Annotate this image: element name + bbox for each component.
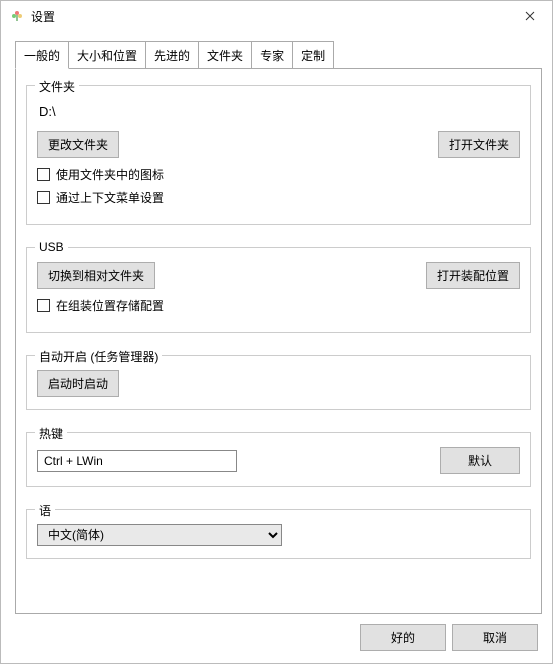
group-hotkey: 热键 默认 xyxy=(26,432,531,487)
tab-custom[interactable]: 定制 xyxy=(292,41,334,69)
group-hotkey-label: 热键 xyxy=(35,425,67,442)
store-config-assembly-checkbox[interactable] xyxy=(37,299,50,312)
open-folder-button[interactable]: 打开文件夹 xyxy=(438,131,520,158)
autostart-toggle-button[interactable]: 启动时启动 xyxy=(37,370,119,397)
close-button[interactable] xyxy=(507,1,552,31)
tab-expert[interactable]: 专家 xyxy=(251,41,293,69)
app-icon xyxy=(9,8,25,24)
group-autostart: 自动开启 (任务管理器) 启动时启动 xyxy=(26,355,531,410)
change-folder-button[interactable]: 更改文件夹 xyxy=(37,131,119,158)
tab-strip: 一般的 大小和位置 先进的 文件夹 专家 定制 xyxy=(15,41,552,69)
group-usb: USB 切换到相对文件夹 打开装配位置 在组装位置存储配置 xyxy=(26,247,531,333)
use-folder-icons-label: 使用文件夹中的图标 xyxy=(56,166,164,183)
group-autostart-label: 自动开启 (任务管理器) xyxy=(35,348,162,365)
group-language: 语 中文(简体) xyxy=(26,509,531,559)
group-folder-label: 文件夹 xyxy=(35,78,79,95)
cancel-button[interactable]: 取消 xyxy=(452,624,538,651)
open-assembly-location-button[interactable]: 打开装配位置 xyxy=(426,262,520,289)
hotkey-input[interactable] xyxy=(37,450,237,472)
tab-general[interactable]: 一般的 xyxy=(15,41,69,69)
folder-path: D:\ xyxy=(39,104,518,119)
use-folder-icons-checkbox[interactable] xyxy=(37,168,50,181)
hotkey-default-button[interactable]: 默认 xyxy=(440,447,520,474)
ok-button[interactable]: 好的 xyxy=(360,624,446,651)
group-language-label: 语 xyxy=(35,502,55,519)
group-folder: 文件夹 D:\ 更改文件夹 打开文件夹 使用文件夹中的图标 通过上下文菜单设置 xyxy=(26,85,531,225)
tab-size-position[interactable]: 大小和位置 xyxy=(68,41,146,69)
tab-advanced[interactable]: 先进的 xyxy=(145,41,199,69)
tab-folders[interactable]: 文件夹 xyxy=(198,41,252,69)
via-context-menu-label: 通过上下文菜单设置 xyxy=(56,189,164,206)
store-config-assembly-label: 在组装位置存储配置 xyxy=(56,297,164,314)
via-context-menu-checkbox[interactable] xyxy=(37,191,50,204)
group-usb-label: USB xyxy=(35,240,68,254)
language-select[interactable]: 中文(简体) xyxy=(37,524,282,546)
switch-relative-folder-button[interactable]: 切换到相对文件夹 xyxy=(37,262,155,289)
window-title: 设置 xyxy=(31,8,55,25)
